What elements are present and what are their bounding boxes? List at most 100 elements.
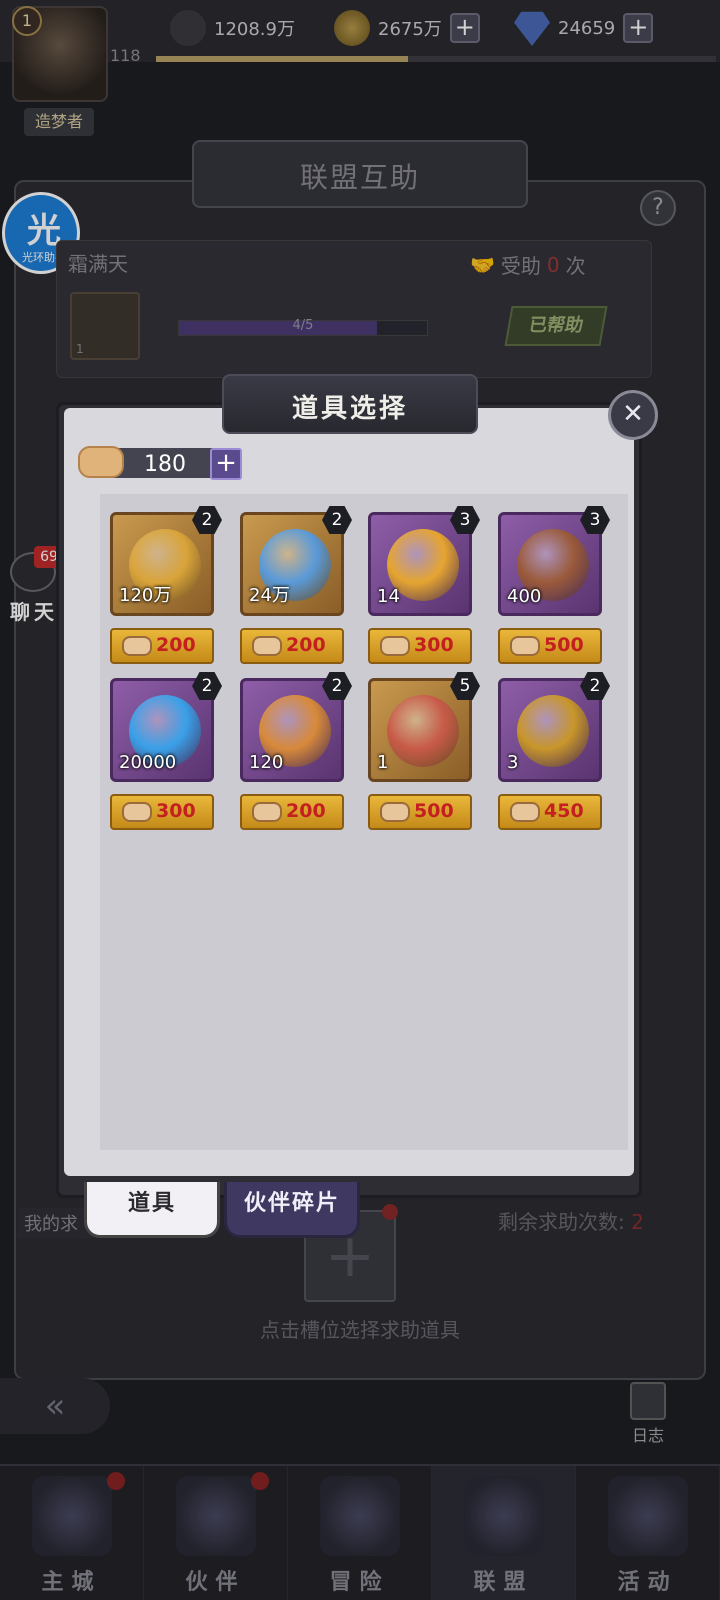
item-cost: 450 bbox=[544, 800, 584, 822]
cards-icon bbox=[607, 1476, 688, 1556]
chat-label: 聊天 bbox=[10, 600, 58, 624]
requested-item-slot: 1 bbox=[70, 292, 140, 360]
nav-events[interactable]: 活动 bbox=[576, 1466, 720, 1600]
handshake-icon bbox=[380, 802, 410, 822]
item-slot[interactable]: 400 3 500 bbox=[498, 506, 610, 678]
slot-hint: 点击槽位选择求助道具 bbox=[260, 1318, 460, 1342]
handshake-icon bbox=[510, 802, 540, 822]
item-cost-button[interactable]: 500 bbox=[368, 794, 472, 830]
nav-label: 冒险 bbox=[329, 1570, 390, 1595]
handshake-icon bbox=[122, 636, 152, 656]
item-quantity: 20000 bbox=[119, 752, 177, 773]
shield-icon bbox=[463, 1476, 544, 1556]
item-cost-button[interactable]: 300 bbox=[368, 628, 472, 664]
gold-coin-icon bbox=[334, 10, 370, 46]
gold-medallion-icon bbox=[517, 695, 589, 767]
handshake-icon bbox=[510, 636, 540, 656]
xp-bar bbox=[156, 56, 716, 62]
item-quantity: 120 bbox=[249, 752, 284, 773]
scroll-icon bbox=[630, 1382, 666, 1420]
item-cost: 200 bbox=[286, 634, 326, 656]
nav-label: 联盟 bbox=[473, 1570, 534, 1595]
item-cost-button[interactable]: 200 bbox=[240, 794, 344, 830]
player-title: 造梦者 bbox=[24, 108, 94, 136]
add-token-button[interactable]: + bbox=[210, 448, 242, 480]
handshake-icon bbox=[252, 802, 282, 822]
sword-icon bbox=[170, 10, 206, 46]
item-slot[interactable]: 120万 2 200 bbox=[110, 506, 222, 678]
chat-button[interactable]: 69 聊天 bbox=[4, 546, 64, 624]
back-button[interactable]: « bbox=[0, 1378, 110, 1434]
panel-title: 联盟互助 bbox=[299, 161, 420, 194]
level-badge: 1 bbox=[12, 6, 42, 36]
item-cost: 300 bbox=[414, 634, 454, 656]
handshake-icon bbox=[380, 636, 410, 656]
slot-notification-dot bbox=[382, 1204, 398, 1220]
log-label: 日志 bbox=[631, 1426, 664, 1445]
handshake-icon bbox=[252, 636, 282, 656]
item-cost: 500 bbox=[544, 634, 584, 656]
item-slot[interactable]: 3 2 450 bbox=[498, 672, 610, 844]
close-button[interactable]: ✕ bbox=[608, 390, 658, 440]
item-cost: 200 bbox=[286, 800, 326, 822]
tab-items[interactable]: 道具 bbox=[84, 1182, 220, 1238]
item-cost-button[interactable]: 300 bbox=[110, 794, 214, 830]
item-quantity: 1 bbox=[377, 752, 389, 773]
add-diamond-button[interactable]: + bbox=[623, 13, 654, 43]
item-cost-button[interactable]: 200 bbox=[110, 628, 214, 664]
xp-bar-fill bbox=[156, 56, 408, 62]
nav-main-city[interactable]: 主城 bbox=[0, 1466, 144, 1600]
nav-label: 伙伴 bbox=[185, 1570, 246, 1595]
player-avatar-area[interactable]: 1 118 bbox=[4, 2, 141, 122]
item-slot[interactable]: 120 2 200 bbox=[240, 672, 352, 844]
item-quantity: 120万 bbox=[119, 585, 172, 606]
diamond-resource: 24659 + bbox=[514, 8, 654, 48]
handshake-icon bbox=[78, 446, 124, 478]
remaining-prefix: 剩余求助次数: bbox=[498, 1210, 625, 1234]
nav-partners[interactable]: 伙伴 bbox=[144, 1466, 288, 1600]
nav-adventure[interactable]: 冒险 bbox=[288, 1466, 432, 1600]
token-value: 180 bbox=[144, 452, 186, 477]
item-slot[interactable]: 24万 2 200 bbox=[240, 506, 352, 678]
helped-suffix: 次 bbox=[565, 254, 586, 278]
item-quantity: 3 bbox=[507, 752, 519, 773]
handshake-icon: 🤝 bbox=[470, 252, 495, 277]
power-resource: 1208.9万 bbox=[170, 8, 295, 48]
item-cost-button[interactable]: 200 bbox=[240, 628, 344, 664]
item-slot[interactable]: 14 3 300 bbox=[368, 506, 480, 678]
nav-dot bbox=[107, 1472, 125, 1490]
item-slot[interactable]: 20000 2 300 bbox=[110, 672, 222, 844]
gold-value: 2675万 bbox=[378, 19, 442, 40]
flame-crystal-icon bbox=[387, 695, 459, 767]
item-quantity: 14 bbox=[377, 586, 400, 607]
log-button[interactable]: 日志 bbox=[620, 1382, 676, 1446]
helped-number: 0 bbox=[546, 252, 560, 277]
item-quantity: 400 bbox=[507, 586, 542, 607]
player-number: 118 bbox=[110, 46, 141, 65]
helped-prefix: 受助 bbox=[500, 254, 541, 278]
item-cost: 500 bbox=[414, 800, 454, 822]
request-progress-text: 4/5 bbox=[292, 318, 314, 333]
diamond-icon bbox=[514, 11, 550, 46]
item-cost-button[interactable]: 500 bbox=[498, 628, 602, 664]
already-helped-button[interactable]: 已帮助 bbox=[504, 306, 608, 346]
nav-alliance[interactable]: 联盟 bbox=[432, 1466, 576, 1600]
nav-label: 活动 bbox=[617, 1570, 678, 1595]
item-cost: 300 bbox=[156, 800, 196, 822]
tab-partner-fragments[interactable]: 伙伴碎片 bbox=[224, 1182, 360, 1238]
item-slot[interactable]: 1 5 500 bbox=[368, 672, 480, 844]
modal-title: 道具选择 bbox=[291, 394, 408, 424]
item-cost: 200 bbox=[156, 634, 196, 656]
diamond-value: 24659 bbox=[558, 17, 616, 39]
nav-label: 主城 bbox=[41, 1570, 102, 1595]
help-icon[interactable]: ? bbox=[640, 190, 676, 226]
nav-dot bbox=[251, 1472, 269, 1490]
item-cost-button[interactable]: 450 bbox=[498, 794, 602, 830]
helped-count: 🤝 受助 0 次 bbox=[470, 250, 586, 279]
gold-resource: 2675万 + bbox=[334, 8, 480, 48]
requested-item-qty: 1 bbox=[76, 342, 84, 356]
remaining-requests: 剩余求助次数: 2 bbox=[498, 1206, 644, 1235]
add-gold-button[interactable]: + bbox=[449, 13, 480, 43]
adventure-icon bbox=[319, 1476, 400, 1556]
remaining-count: 2 bbox=[631, 1210, 644, 1234]
